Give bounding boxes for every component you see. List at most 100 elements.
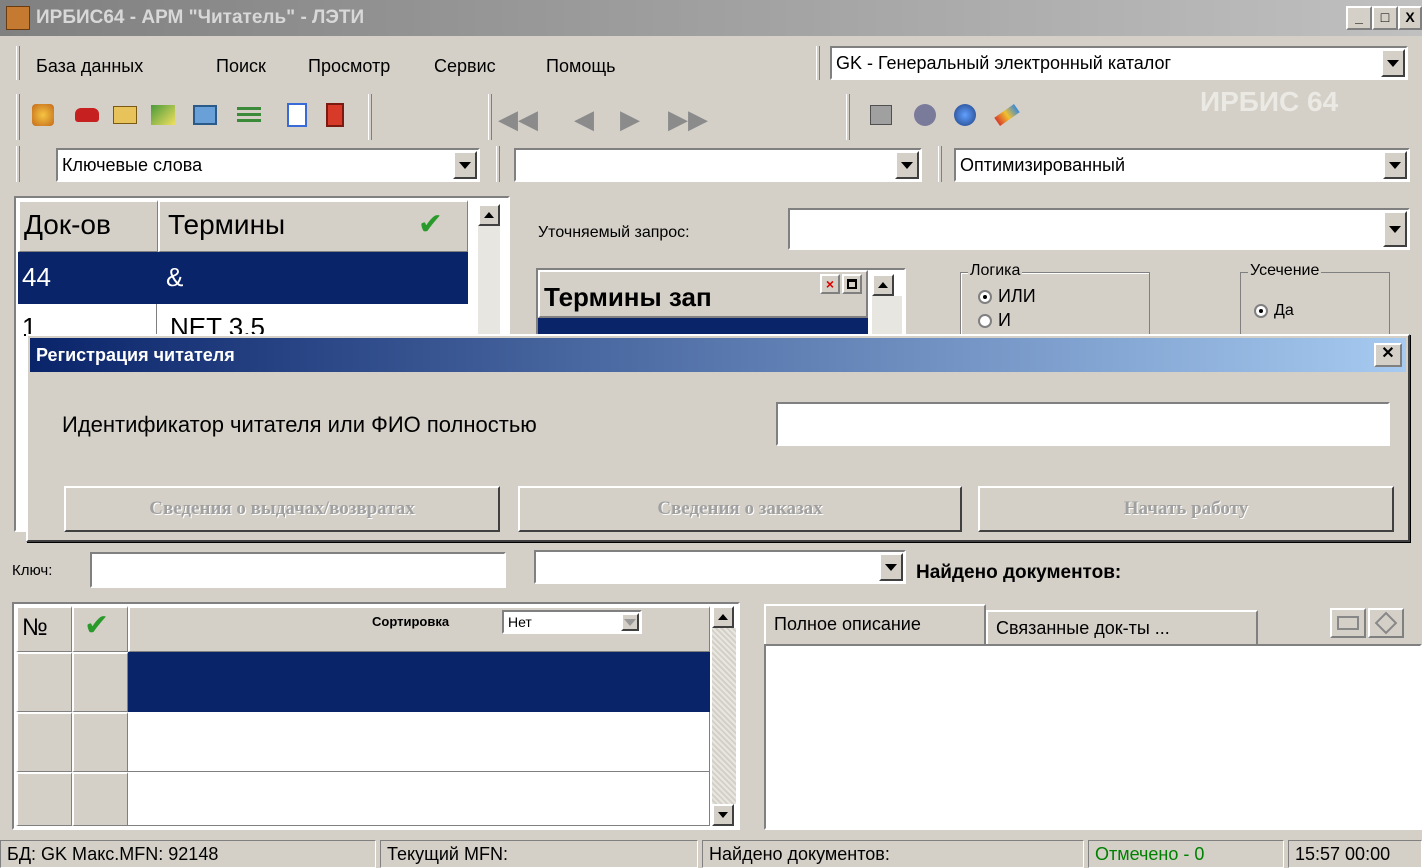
dictionary-col-divider xyxy=(156,304,157,334)
found-label: Найдено документов: xyxy=(916,562,1122,583)
results-header-no-label: № xyxy=(22,614,48,641)
found-select-arrow[interactable] xyxy=(879,553,903,581)
tab-linked-label: Связанные док-ты ... xyxy=(996,618,1170,638)
edit-icon[interactable] xyxy=(992,100,1022,130)
dictionary-header-terms[interactable]: Термины ✔ xyxy=(158,200,468,252)
detail-content[interactable] xyxy=(764,644,1422,830)
display-icon[interactable] xyxy=(190,100,220,130)
dialog-title: Регистрация читателя xyxy=(36,345,235,365)
database-select-arrow[interactable] xyxy=(1381,49,1405,77)
search-mode-value: Оптимизированный xyxy=(960,154,1126,175)
dictionary-row-selected[interactable]: 44 & xyxy=(18,252,468,304)
book-icon[interactable] xyxy=(320,100,350,130)
tab-full-description[interactable]: Полное описание xyxy=(764,604,986,644)
folder-icon[interactable] xyxy=(110,100,140,130)
results-header-no[interactable]: № xyxy=(16,606,72,652)
status-time: 15:57 00:00 xyxy=(1288,840,1422,868)
query-terms-scroll-up[interactable] xyxy=(872,274,894,296)
logic-or-radio[interactable]: ИЛИ xyxy=(978,286,1036,307)
last-record-icon[interactable]: ▶▶ xyxy=(668,104,708,135)
results-row-header xyxy=(72,652,128,712)
orders-button[interactable]: Сведения о заказах xyxy=(518,486,962,532)
search-middle-arrow[interactable] xyxy=(895,151,919,179)
search-mode-arrow[interactable] xyxy=(1383,151,1407,179)
start-work-button[interactable]: Начать работу xyxy=(978,486,1394,532)
query-select[interactable] xyxy=(788,208,1410,250)
exchange-icon[interactable] xyxy=(148,100,178,130)
query-select-arrow[interactable] xyxy=(1383,211,1407,247)
results-row-header xyxy=(72,772,128,826)
status-db: БД: GK Макс.MFN: 92148 xyxy=(0,840,376,868)
search-middle-select[interactable] xyxy=(514,148,922,182)
results-row[interactable] xyxy=(128,772,710,826)
orders-label: Сведения о заказах xyxy=(657,498,823,519)
results-row[interactable] xyxy=(128,712,710,772)
start-work-label: Начать работу xyxy=(1123,498,1249,519)
menu-service[interactable]: Сервис xyxy=(434,56,496,77)
loans-returns-label: Сведения о выдачах/возвратах xyxy=(149,498,415,519)
globe-icon[interactable] xyxy=(950,100,980,130)
checkmark-icon[interactable]: ✔ xyxy=(84,609,109,642)
status-current-mfn: Текущий MFN: xyxy=(380,840,698,868)
truncation-yes-radio[interactable]: Да xyxy=(1254,302,1294,320)
search-prefix-arrow[interactable] xyxy=(453,151,477,179)
loans-returns-button[interactable]: Сведения о выдачах/возвратах xyxy=(64,486,500,532)
sort-select-arrow[interactable] xyxy=(621,613,639,631)
key-input[interactable] xyxy=(90,552,506,588)
tab-linked-docs[interactable]: Связанные док-ты ... xyxy=(986,610,1258,644)
menu-search[interactable]: Поиск xyxy=(216,56,266,77)
search-prefix-select[interactable]: Ключевые слова xyxy=(56,148,480,182)
radio-on-icon xyxy=(1254,303,1268,318)
query-terms-scrollbar[interactable] xyxy=(872,296,902,336)
main-titlebar: ИРБИС64 - АРМ "Читатель" - ЛЭТИ _ □ X xyxy=(0,0,1422,36)
menu-view[interactable]: Просмотр xyxy=(308,56,390,77)
close-button[interactable]: X xyxy=(1398,6,1422,30)
db-grip xyxy=(816,46,820,80)
dictionary-scrollbar[interactable] xyxy=(478,226,500,336)
settings-icon[interactable] xyxy=(910,100,940,130)
checkmark-icon[interactable]: ✔ xyxy=(418,202,443,248)
minimize-button[interactable]: _ xyxy=(1346,6,1372,30)
logic-and-label: И xyxy=(998,310,1011,330)
window-title: ИРБИС64 - АРМ "Читатель" - ЛЭТИ xyxy=(36,7,365,28)
search-mode-select[interactable]: Оптимизированный xyxy=(954,148,1410,182)
prev-record-icon[interactable]: ◀ xyxy=(574,104,594,135)
dialog-close-button[interactable]: ✕ xyxy=(1374,343,1402,367)
status-found: Найдено документов: xyxy=(702,840,1084,868)
found-select[interactable] xyxy=(534,550,906,584)
truncation-yes-label: Да xyxy=(1274,302,1294,319)
maximize-button[interactable]: □ xyxy=(1372,6,1398,30)
results-scroll-down[interactable] xyxy=(712,804,734,826)
menubar-grip xyxy=(16,46,20,80)
report-icon[interactable] xyxy=(282,100,312,130)
truncation-title: Усечение xyxy=(1248,262,1322,280)
results-scrollbar[interactable] xyxy=(712,628,736,804)
query-terms-window-icon[interactable] xyxy=(842,274,862,294)
query-terms-remove-icon[interactable]: × xyxy=(820,274,840,294)
radio-off-icon xyxy=(978,314,992,329)
first-record-icon[interactable]: ◀◀ xyxy=(498,104,538,135)
next-record-icon[interactable]: ▶ xyxy=(620,104,640,135)
basket-icon[interactable] xyxy=(1330,608,1366,638)
dictionary-scroll-up[interactable] xyxy=(478,204,500,226)
open-db-icon[interactable] xyxy=(28,100,58,130)
results-row-selected[interactable] xyxy=(128,652,710,712)
database-select[interactable]: GK - Генеральный электронный каталог xyxy=(830,46,1408,80)
red-car-icon[interactable] xyxy=(72,100,102,130)
search-middle-grip xyxy=(496,146,500,182)
dictionary-header-docs[interactable]: Док-ов xyxy=(18,200,158,252)
mark-icon[interactable] xyxy=(1368,608,1404,638)
docs-header-label: Док-ов xyxy=(24,209,111,240)
app-icon[interactable] xyxy=(6,6,30,30)
reader-id-input[interactable] xyxy=(776,402,1390,446)
dictionary-row[interactable]: 1 NET 3.5 xyxy=(18,304,468,338)
results-scroll-up[interactable] xyxy=(712,606,734,628)
toolbar-grip xyxy=(16,94,20,140)
sort-select[interactable]: Нет xyxy=(502,610,642,634)
results-header-check[interactable]: ✔ xyxy=(72,606,128,652)
print-icon[interactable] xyxy=(866,100,896,130)
menu-help[interactable]: Помощь xyxy=(546,56,616,77)
list-icon[interactable] xyxy=(234,100,264,130)
menu-database[interactable]: База данных xyxy=(36,56,143,77)
status-marked: Отмечено - 0 xyxy=(1088,840,1284,868)
